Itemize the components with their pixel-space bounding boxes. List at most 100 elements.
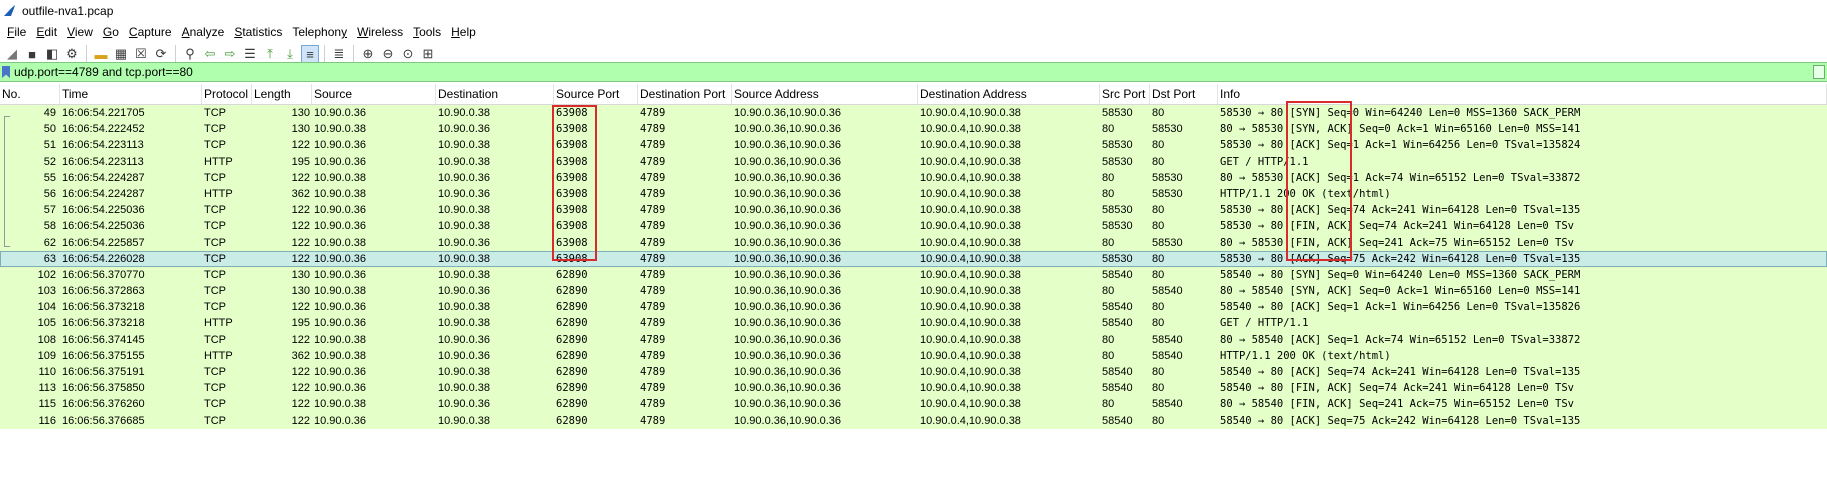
cell-time: 16:06:56.376260 — [62, 398, 145, 411]
cell-info: 58540 → 80 [ACK] Seq=1 Ack=1 Win=64256 L… — [1220, 301, 1581, 314]
last-icon[interactable]: ⤓ — [281, 45, 299, 63]
cell-source: 10.90.0.36 — [314, 252, 366, 265]
save-icon[interactable]: ▦ — [112, 45, 130, 63]
column-header-info[interactable]: Info — [1218, 84, 1827, 104]
apply-filter-button[interactable] — [1813, 65, 1825, 79]
cell-time: 16:06:56.375191 — [62, 366, 145, 378]
toolbar-separator — [175, 45, 176, 63]
resize-columns-icon[interactable]: ⊞ — [419, 45, 437, 63]
shark-fin-start-icon[interactable]: ◢ — [3, 45, 21, 63]
filter-bookmark-icon[interactable] — [2, 66, 10, 78]
open-folder-icon[interactable]: ▬ — [92, 45, 110, 63]
packet-row[interactable]: 104 16:06:56.373218 TCP 122 10.90.0.36 10.90.… — [0, 299, 1827, 316]
column-header-destination-address[interactable]: Destination Address — [918, 84, 1100, 104]
menu-item-view[interactable]: View — [62, 25, 98, 39]
cell-source: 10.90.0.36 — [314, 366, 366, 378]
first-icon[interactable]: ⤒ — [261, 45, 279, 63]
cell-protocol: TCP — [204, 171, 226, 184]
goto-icon[interactable]: ☰ — [241, 45, 259, 63]
forward-icon[interactable]: ⇨ — [221, 45, 239, 63]
zoom-in-icon[interactable]: ⊕ — [359, 45, 377, 63]
column-header-protocol[interactable]: Protocol — [202, 84, 252, 104]
zoom-reset-icon[interactable]: ⊙ — [399, 45, 417, 63]
menu-item-capture[interactable]: Capture — [124, 25, 177, 39]
column-header-time[interactable]: Time — [60, 84, 202, 104]
packet-row[interactable]: 115 16:06:56.376260 TCP 122 10.90.0.38 10.90.… — [0, 396, 1827, 413]
cell-protocol: TCP — [204, 252, 226, 265]
packet-row[interactable]: 116 16:06:56.376685 TCP 122 10.90.0.36 10.90.… — [0, 412, 1827, 429]
menu-item-wireless[interactable]: Wireless — [352, 25, 408, 39]
options-icon[interactable]: ⚙ — [63, 45, 81, 63]
cell-destination: 10.90.0.38 — [438, 301, 490, 314]
packet-row[interactable]: 63 16:06:54.226028 TCP 122 10.90.0.36 10.90.0… — [0, 250, 1827, 267]
cell-destination: 10.90.0.38 — [438, 366, 490, 378]
colorize-icon[interactable]: ≣ — [330, 45, 348, 63]
column-header-length[interactable]: Length — [252, 84, 312, 104]
packet-row[interactable]: 62 16:06:54.225857 TCP 122 10.90.0.38 10.90.0… — [0, 234, 1827, 251]
column-header-destination-port[interactable]: Destination Port — [638, 84, 732, 104]
find-icon[interactable]: ⚲ — [181, 45, 199, 63]
packet-row[interactable]: 55 16:06:54.224287 TCP 122 10.90.0.38 10.90.0… — [0, 169, 1827, 186]
cell-info: HTTP/1.1 200 OK (text/html) — [1220, 349, 1391, 362]
packet-row[interactable]: 50 16:06:54.222452 TCP 130 10.90.0.38 10.90.0… — [0, 121, 1827, 138]
column-header-source-address[interactable]: Source Address — [732, 84, 918, 104]
cell-source-port: 63908 — [556, 187, 588, 200]
packet-row[interactable]: 52 16:06:54.223113 HTTP 195 10.90.0.36 10.90.… — [0, 153, 1827, 170]
packet-row[interactable]: 105 16:06:56.373218 HTTP 195 10.90.0.36 10.90… — [0, 315, 1827, 332]
cell-destination-port: 4789 — [640, 301, 666, 314]
cell-src-port: 80 — [1102, 398, 1115, 411]
column-header-destination[interactable]: Destination — [436, 84, 554, 104]
column-header-no[interactable]: No. — [0, 84, 60, 104]
packet-row[interactable]: 102 16:06:56.370770 TCP 130 10.90.0.36 10.90.… — [0, 266, 1827, 284]
menu-item-edit[interactable]: Edit — [31, 25, 62, 39]
packet-row[interactable]: 51 16:06:54.223113 TCP 122 10.90.0.36 10.90.0… — [0, 137, 1827, 154]
cell-protocol: TCP — [204, 220, 226, 233]
cell-source-port: 62890 — [556, 382, 588, 395]
column-header-source-port[interactable]: Source Port — [554, 84, 638, 104]
display-filter-input[interactable] — [14, 64, 1554, 80]
restart-icon[interactable]: ◧ — [43, 45, 61, 63]
window-title: outfile-nva1.pcap — [22, 4, 114, 18]
packet-row[interactable]: 56 16:06:54.224287 HTTP 362 10.90.0.38 10.90.… — [0, 185, 1827, 203]
menu-item-file[interactable]: File — [2, 25, 31, 39]
cell-time: 16:06:54.225036 — [62, 220, 145, 233]
cell-source-port: 62890 — [556, 414, 588, 427]
cell-source-address: 10.90.0.36,10.90.0.36 — [734, 187, 842, 200]
column-header-source[interactable]: Source — [312, 84, 436, 104]
cell-destination-address: 10.90.0.4,10.90.0.38 — [920, 268, 1021, 281]
stop-icon[interactable]: ■ — [23, 45, 41, 63]
packet-row[interactable]: 110 16:06:56.375191 TCP 122 10.90.0.36 10.90.… — [0, 364, 1827, 381]
cell-time: 16:06:56.376685 — [62, 414, 145, 427]
back-icon[interactable]: ⇦ — [201, 45, 219, 63]
menu-item-go[interactable]: Go — [98, 25, 124, 39]
packet-row[interactable]: 58 16:06:54.225036 TCP 122 10.90.0.36 10.90.0… — [0, 218, 1827, 235]
menu-item-tools[interactable]: Tools — [408, 25, 446, 39]
packet-row[interactable]: 49 16:06:54.221705 TCP 130 10.90.0.36 10.90.0… — [0, 105, 1827, 122]
cell-source: 10.90.0.36 — [314, 301, 366, 314]
reload-icon[interactable]: ⟳ — [152, 45, 170, 63]
cell-info: 80 → 58540 [FIN, ACK] Seq=241 Ack=75 Win… — [1220, 398, 1575, 411]
menu-item-statistics[interactable]: Statistics — [229, 25, 287, 39]
cell-info: 80 → 58540 [ACK] Seq=1 Ack=74 Win=65152 … — [1220, 333, 1581, 346]
cell-destination: 10.90.0.36 — [438, 187, 490, 200]
packet-row[interactable]: 113 16:06:56.375850 TCP 122 10.90.0.36 10.90.… — [0, 380, 1827, 397]
menu-item-telephony[interactable]: Telephony — [287, 25, 352, 39]
menu-item-analyze[interactable]: Analyze — [177, 25, 230, 39]
autoscroll-icon[interactable]: ≡ — [301, 45, 319, 63]
cell-source-port: 62890 — [556, 333, 588, 346]
cell-source: 10.90.0.36 — [314, 139, 366, 152]
cell-no: 109 — [37, 349, 56, 362]
zoom-out-icon[interactable]: ⊖ — [379, 45, 397, 63]
menu-item-help[interactable]: Help — [446, 25, 481, 39]
column-header-src-port[interactable]: Src Port — [1100, 84, 1150, 104]
packet-row[interactable]: 103 16:06:56.372863 TCP 130 10.90.0.38 10.90.… — [0, 283, 1827, 300]
cell-source-address: 10.90.0.36,10.90.0.36 — [734, 204, 842, 217]
column-header-dst-port[interactable]: Dst Port — [1150, 84, 1218, 104]
packet-row[interactable]: 108 16:06:56.374145 TCP 122 10.90.0.38 10.90.… — [0, 331, 1827, 348]
cell-destination-port: 4789 — [640, 382, 666, 395]
cell-length: 122 — [291, 382, 310, 395]
close-file-icon[interactable]: ☒ — [132, 45, 150, 63]
packet-row[interactable]: 57 16:06:54.225036 TCP 122 10.90.0.36 10.90.0… — [0, 202, 1827, 219]
cell-destination: 10.90.0.36 — [438, 398, 490, 411]
packet-row[interactable]: 109 16:06:56.375155 HTTP 362 10.90.0.38 10.90… — [0, 347, 1827, 364]
